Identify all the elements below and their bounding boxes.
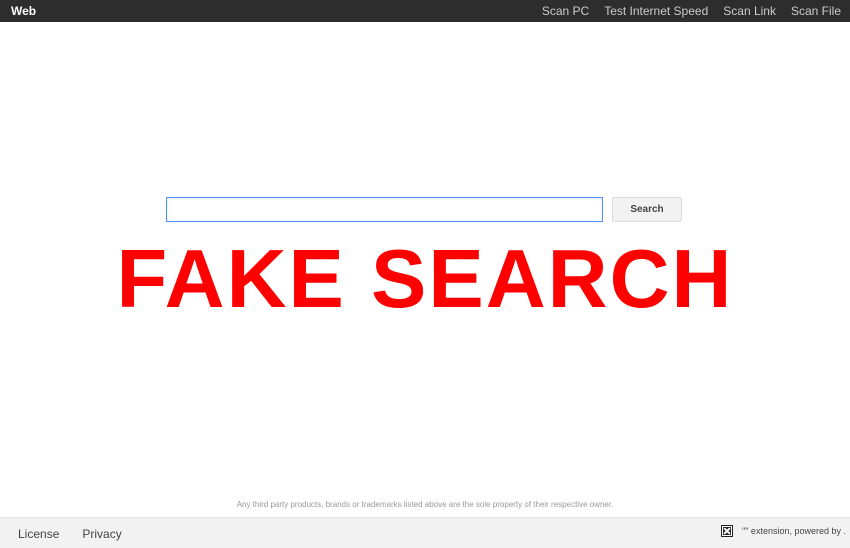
top-nav: Scan PC Test Internet Speed Scan Link Sc…: [542, 0, 850, 22]
scan-file-link[interactable]: Scan File: [791, 4, 841, 18]
top-bar: Web Scan PC Test Internet Speed Scan Lin…: [0, 0, 850, 22]
scan-pc-link[interactable]: Scan PC: [542, 4, 589, 18]
privacy-link[interactable]: Privacy: [82, 527, 121, 541]
close-icon[interactable]: [721, 525, 734, 537]
brand-link[interactable]: Web: [11, 4, 36, 18]
page: Web Scan PC Test Internet Speed Scan Lin…: [0, 0, 850, 548]
test-internet-speed-link[interactable]: Test Internet Speed: [604, 4, 708, 18]
search-button[interactable]: Search: [612, 197, 682, 222]
powered-by-text: "" extension, powered by .: [742, 526, 846, 536]
search-input[interactable]: [166, 197, 603, 222]
disclaimer-text: Any third party products, brands or trad…: [236, 500, 614, 509]
license-link[interactable]: License: [18, 527, 59, 541]
fake-search-overlay-label: FAKE SEARCH: [116, 232, 734, 325]
footer-right: "" extension, powered by .: [721, 525, 846, 537]
scan-link-link[interactable]: Scan Link: [723, 4, 776, 18]
footer: License Privacy "" extension, powered by…: [0, 517, 850, 548]
footer-links: License Privacy: [18, 527, 145, 541]
